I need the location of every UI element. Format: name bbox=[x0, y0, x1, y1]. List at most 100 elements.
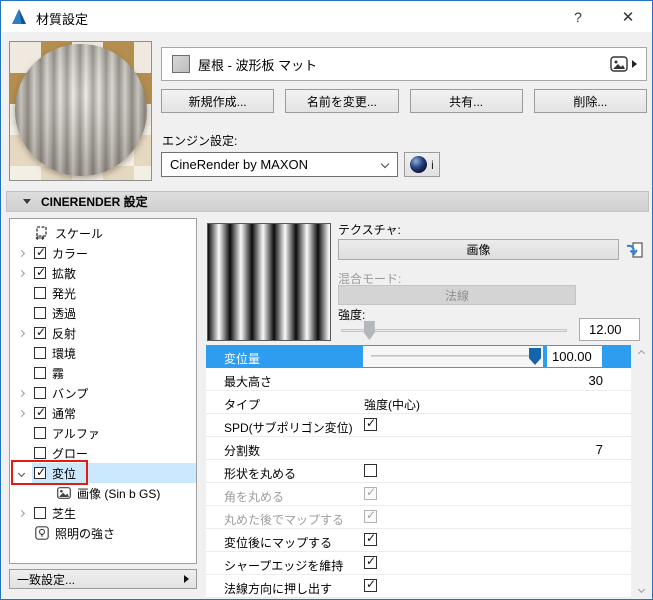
tree-item-12[interactable]: 変位 bbox=[10, 463, 196, 483]
tree-item-0[interactable]: スケール bbox=[10, 223, 196, 243]
displacement-parameter-rows: 変位量 100.00 最大高さ 30 タイプ 強度(中心) SPD(サブポリゴン変位) 分割数… bbox=[206, 345, 631, 598]
cinerender-section-header[interactable]: CINERENDER 設定 bbox=[6, 191, 649, 212]
parameter-row-6[interactable]: 角を丸める bbox=[206, 483, 631, 506]
action-button-row: 新規作成... 名前を変更... 共有... 削除... bbox=[161, 89, 647, 113]
parameter-checkbox[interactable] bbox=[364, 577, 377, 592]
new-button[interactable]: 新規作成... bbox=[161, 89, 275, 113]
light-icon bbox=[34, 526, 49, 540]
parameter-row-10[interactable]: 法線方向に押し出す bbox=[206, 575, 631, 598]
channel-checkbox[interactable] bbox=[34, 427, 46, 439]
parameter-number-value[interactable]: 7 bbox=[596, 442, 603, 457]
strength-slider[interactable] bbox=[339, 320, 569, 342]
parameter-checkbox[interactable] bbox=[364, 416, 377, 431]
material-settings-window: 材質設定 ? ✕ 屋根 - 波形板 マット 新規作成... 名前を変更... 共… bbox=[0, 0, 653, 600]
parameter-checkbox[interactable] bbox=[364, 531, 377, 546]
tree-item-3[interactable]: 発光 bbox=[10, 283, 196, 303]
tree-item-label: 透過 bbox=[52, 306, 77, 321]
tree-item-7[interactable]: 霧 bbox=[10, 363, 196, 383]
match-settings-button[interactable]: 一致設定... bbox=[9, 569, 197, 589]
close-button[interactable]: ✕ bbox=[613, 1, 643, 32]
tree-item-label: 発光 bbox=[52, 286, 77, 301]
channel-checkbox[interactable] bbox=[34, 447, 46, 459]
texture-image-button[interactable]: 画像 bbox=[338, 239, 619, 260]
chevron-right-icon[interactable] bbox=[10, 329, 32, 337]
tree-item-body: 発光 bbox=[32, 283, 196, 303]
tree-item-2[interactable]: 拡散 bbox=[10, 263, 196, 283]
parameter-label: 法線方向に押し出す bbox=[224, 582, 333, 596]
tree-item-10[interactable]: アルファ bbox=[10, 423, 196, 443]
tree-item-13[interactable]: 画像 (Sin b GS) bbox=[10, 483, 196, 503]
parameter-text-value[interactable]: 強度(中心) bbox=[364, 396, 420, 413]
texture-preview bbox=[207, 223, 331, 341]
preview-picture-icon[interactable] bbox=[610, 56, 628, 72]
engine-select[interactable]: CineRender by MAXON bbox=[161, 152, 398, 177]
tree-item-body: カラー bbox=[32, 243, 196, 263]
chevron-right-icon[interactable] bbox=[10, 269, 32, 277]
slider-thumb[interactable] bbox=[363, 321, 375, 340]
parameter-checkbox[interactable] bbox=[364, 464, 377, 477]
channel-checkbox[interactable] bbox=[34, 405, 46, 419]
parameter-checkbox[interactable] bbox=[364, 554, 377, 569]
parameter-row-7[interactable]: 丸めた後でマップする bbox=[206, 506, 631, 529]
channel-checkbox[interactable] bbox=[34, 287, 46, 299]
parameter-row-2[interactable]: タイプ 強度(中心) bbox=[206, 391, 631, 414]
channel-checkbox[interactable] bbox=[34, 507, 46, 519]
vertical-scrollbar[interactable] bbox=[633, 345, 650, 598]
chevron-right-icon[interactable] bbox=[10, 409, 32, 417]
help-button[interactable]: ? bbox=[563, 1, 593, 32]
parameter-slider[interactable] bbox=[363, 346, 543, 367]
channel-checkbox[interactable] bbox=[34, 307, 46, 319]
material-name-field[interactable]: 屋根 - 波形板 マット bbox=[161, 47, 647, 81]
slider-thumb[interactable] bbox=[529, 348, 541, 365]
tree-item-4[interactable]: 透過 bbox=[10, 303, 196, 323]
tree-item-label: グロー bbox=[52, 446, 89, 461]
parameter-number-value[interactable]: 30 bbox=[589, 373, 603, 388]
parameter-slider-value[interactable]: 100.00 bbox=[547, 346, 602, 367]
parameter-label: 角を丸める bbox=[224, 490, 285, 504]
material-preview bbox=[9, 41, 152, 181]
title-bar: 材質設定 ? ✕ bbox=[1, 1, 652, 32]
channel-checkbox[interactable] bbox=[34, 465, 46, 479]
parameter-row-3[interactable]: SPD(サブポリゴン変位) bbox=[206, 414, 631, 437]
parameter-label: 形状を丸める bbox=[224, 467, 297, 481]
parameter-row-1[interactable]: 最大高さ 30 bbox=[206, 368, 631, 391]
scroll-up-icon[interactable] bbox=[633, 345, 650, 362]
tree-item-6[interactable]: 環境 bbox=[10, 343, 196, 363]
tree-item-label: 芝生 bbox=[52, 506, 77, 521]
texture-label: テクスチャ: bbox=[338, 223, 401, 237]
tree-item-9[interactable]: 通常 bbox=[10, 403, 196, 423]
tree-item-15[interactable]: 照明の強さ bbox=[10, 523, 196, 543]
tree-item-5[interactable]: 反射 bbox=[10, 323, 196, 343]
parameter-row-0[interactable]: 変位量 100.00 bbox=[206, 345, 631, 368]
tree-item-1[interactable]: カラー bbox=[10, 243, 196, 263]
tree-item-8[interactable]: バンプ bbox=[10, 383, 196, 403]
scroll-down-icon[interactable] bbox=[633, 581, 650, 598]
strength-value-field[interactable]: 12.00 bbox=[579, 318, 640, 341]
channel-checkbox[interactable] bbox=[34, 367, 46, 379]
chevron-down-icon[interactable] bbox=[10, 469, 32, 477]
parameter-row-9[interactable]: シャープエッジを維持 bbox=[206, 552, 631, 575]
tree-item-14[interactable]: 芝生 bbox=[10, 503, 196, 523]
preview-menu-arrow-icon[interactable] bbox=[632, 60, 637, 68]
load-texture-button[interactable] bbox=[623, 239, 645, 260]
parameter-row-5[interactable]: 形状を丸める bbox=[206, 460, 631, 483]
channel-checkbox[interactable] bbox=[34, 347, 46, 359]
share-button[interactable]: 共有... bbox=[409, 89, 523, 113]
tree-item-11[interactable]: グロー bbox=[10, 443, 196, 463]
channel-checkbox[interactable] bbox=[34, 387, 46, 399]
chevron-right-icon[interactable] bbox=[10, 249, 32, 257]
channel-checkbox[interactable] bbox=[34, 325, 46, 339]
parameter-label: 変位量 bbox=[224, 352, 261, 366]
parameter-checkbox bbox=[364, 508, 377, 523]
parameter-row-4[interactable]: 分割数 7 bbox=[206, 437, 631, 460]
tree-item-body: 画像 (Sin b GS) bbox=[32, 483, 196, 503]
chevron-right-icon[interactable] bbox=[10, 509, 32, 517]
channel-checkbox[interactable] bbox=[34, 265, 46, 279]
rename-button[interactable]: 名前を変更... bbox=[285, 89, 399, 113]
parameter-row-8[interactable]: 変位後にマップする bbox=[206, 529, 631, 552]
chevron-right-icon[interactable] bbox=[10, 389, 32, 397]
channel-checkbox[interactable] bbox=[34, 245, 46, 259]
engine-info-button[interactable]: i bbox=[404, 152, 440, 177]
parameter-label: 変位後にマップする bbox=[224, 536, 333, 550]
delete-button[interactable]: 削除... bbox=[533, 89, 647, 113]
